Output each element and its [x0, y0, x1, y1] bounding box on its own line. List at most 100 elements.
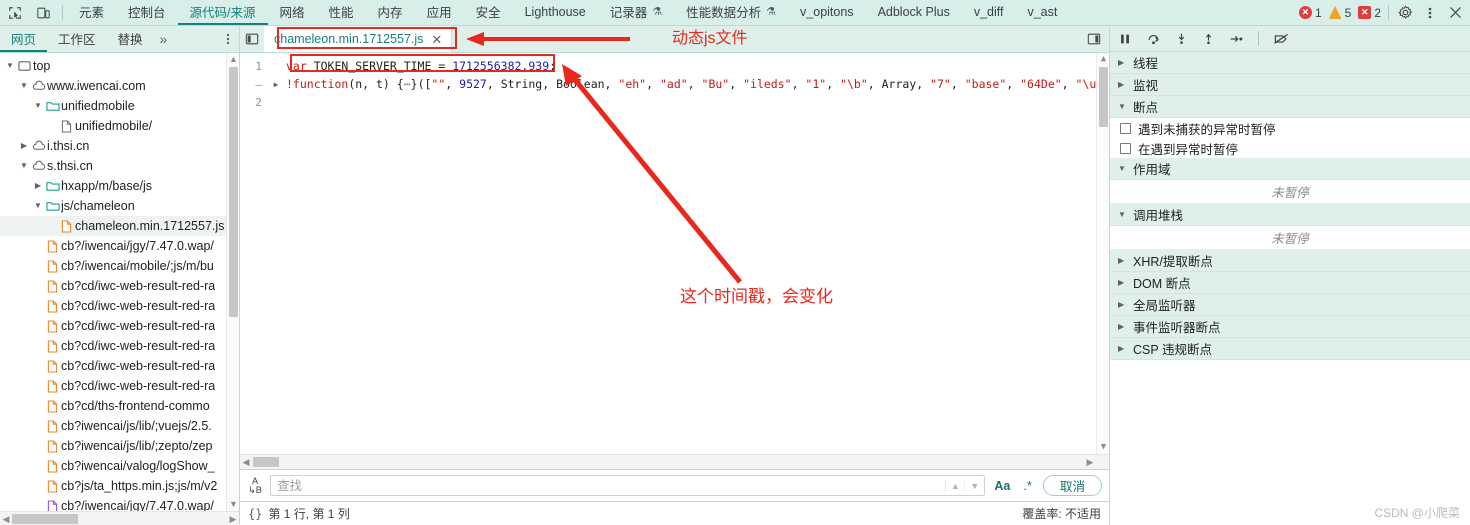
- chevron-right-icon[interactable]: ▶: [1118, 80, 1127, 89]
- tree-file-item[interactable]: cb?cd/iwc-web-result-red-ra: [0, 356, 239, 376]
- gear-icon[interactable]: [1396, 4, 1414, 22]
- tree-file-item[interactable]: cb?cd/iwc-web-result-red-ra: [0, 316, 239, 336]
- chevron-down-icon[interactable]: ▼: [18, 156, 30, 176]
- navigator-kebab-icon[interactable]: [217, 26, 239, 52]
- panel-tab-10[interactable]: 性能数据分析 ⚗: [674, 0, 788, 25]
- chevron-down-icon[interactable]: ▼: [1118, 102, 1127, 111]
- chevron-up-icon[interactable]: ▲: [946, 480, 966, 491]
- chevron-right-icon[interactable]: ▶: [32, 176, 44, 196]
- chevron-right-icon[interactable]: ▶: [1118, 344, 1127, 353]
- tree-file-item[interactable]: cb?cd/iwc-web-result-red-ra: [0, 336, 239, 356]
- tree-node[interactable]: ▼ js/chameleon: [0, 196, 239, 216]
- chevron-down-icon[interactable]: ▼: [1118, 210, 1127, 219]
- panel-tab-11[interactable]: v_opitons: [788, 0, 866, 25]
- kebab-menu-icon[interactable]: [1421, 4, 1439, 22]
- device-toolbar-icon[interactable]: [34, 4, 52, 22]
- tree-file-item[interactable]: unifiedmobile/: [0, 116, 239, 136]
- warning-counter[interactable]: 5: [1328, 6, 1351, 20]
- debugger-section-header[interactable]: ▼ 作用域: [1110, 158, 1470, 180]
- navigator-more-tabs-icon[interactable]: »: [154, 26, 174, 52]
- panel-tab-5[interactable]: 内存: [366, 0, 415, 25]
- editor-scroll-up-arrow[interactable]: ▲: [1099, 54, 1108, 65]
- chevron-right-icon[interactable]: ▶: [1118, 300, 1127, 309]
- tree-file-item[interactable]: cb?iwencai/js/lib/;zepto/zep: [0, 436, 239, 456]
- pause-resume-button[interactable]: [1118, 32, 1132, 46]
- fold-arrow-icon[interactable]: ▶: [270, 80, 282, 89]
- tree-file-item[interactable]: cb?cd/ths-frontend-commo: [0, 396, 239, 416]
- panel-tab-8[interactable]: Lighthouse: [513, 0, 598, 25]
- chevron-down-icon[interactable]: ▼: [18, 76, 30, 96]
- tree-file-item[interactable]: chameleon.min.1712557.js: [0, 216, 239, 236]
- editor-scroll-thumb[interactable]: [1099, 67, 1108, 127]
- line-number[interactable]: –: [240, 78, 270, 91]
- line-number[interactable]: 1: [240, 60, 270, 73]
- search-input-wrapper[interactable]: ▲ ▼: [270, 475, 986, 496]
- chevron-down-icon[interactable]: ▼: [32, 96, 44, 116]
- tree-node[interactable]: ▼ s.thsi.cn: [0, 156, 239, 176]
- line-number[interactable]: 2: [240, 96, 270, 109]
- tree-file-item[interactable]: cb?/iwencai/jgy/7.47.0.wap/: [0, 236, 239, 256]
- tree-node[interactable]: ▼ unifiedmobile: [0, 96, 239, 116]
- panel-tab-2[interactable]: 源代码/来源: [177, 0, 268, 25]
- search-input[interactable]: [271, 478, 946, 493]
- editor-horizontal-scrollbar[interactable]: ◀ ▶: [240, 454, 1109, 469]
- tree-file-item[interactable]: cb?js/ta_https.min.js;js/m/v2: [0, 476, 239, 496]
- tree-file-item[interactable]: cb?iwencai/valog/logShow_: [0, 456, 239, 476]
- close-icon[interactable]: [1446, 4, 1464, 22]
- match-case-ab-icon[interactable]: A ↳B: [247, 476, 263, 495]
- breakpoint-option-row[interactable]: 在遇到异常时暂停: [1110, 138, 1470, 158]
- panel-tab-4[interactable]: 性能: [317, 0, 366, 25]
- panel-tab-3[interactable]: 网络: [268, 0, 317, 25]
- file-tree-scroll-thumb[interactable]: [229, 67, 238, 317]
- tree-file-item[interactable]: cb?cd/iwc-web-result-red-ra: [0, 296, 239, 316]
- step-button[interactable]: [1229, 32, 1244, 46]
- deactivate-breakpoints-button[interactable]: [1273, 32, 1290, 46]
- step-into-button[interactable]: [1175, 32, 1188, 46]
- editor-scroll-down-arrow[interactable]: ▼: [1099, 442, 1108, 453]
- debugger-section-header[interactable]: ▶ DOM 断点: [1110, 272, 1470, 294]
- editor-vertical-scrollbar[interactable]: ▲ ▼: [1096, 53, 1109, 454]
- match-case-button[interactable]: Aa: [992, 479, 1012, 493]
- scroll-right-arrow[interactable]: ▶: [227, 512, 239, 525]
- chevron-right-icon[interactable]: ▶: [18, 136, 30, 156]
- chevron-right-icon[interactable]: ▶: [1118, 322, 1127, 331]
- error-counter[interactable]: ✕ 1: [1298, 6, 1322, 20]
- debugger-section-header[interactable]: ▶ CSP 违规断点: [1110, 338, 1470, 360]
- panel-tab-14[interactable]: v_ast: [1015, 0, 1069, 25]
- tree-file-item[interactable]: cb?cd/iwc-web-result-red-ra: [0, 376, 239, 396]
- checkbox[interactable]: [1120, 142, 1131, 154]
- tree-node[interactable]: ▶ i.thsi.cn: [0, 136, 239, 156]
- tree-file-item[interactable]: cb?cd/iwc-web-result-red-ra: [0, 276, 239, 296]
- panel-tab-9[interactable]: 记录器 ⚗: [598, 0, 674, 25]
- pretty-print-icon[interactable]: {}: [248, 507, 262, 521]
- panel-tab-6[interactable]: 应用: [415, 0, 464, 25]
- chevron-down-icon[interactable]: ▼: [1118, 164, 1127, 173]
- scroll-left-arrow[interactable]: ◀: [0, 512, 12, 525]
- panel-tab-13[interactable]: v_diff: [962, 0, 1016, 25]
- inspect-element-icon[interactable]: [6, 4, 24, 22]
- tree-node[interactable]: ▼ www.iwencai.com: [0, 76, 239, 96]
- scroll-down-arrow[interactable]: ▼: [229, 499, 238, 510]
- debugger-section-header[interactable]: ▶ 事件监听器断点: [1110, 316, 1470, 338]
- chevron-right-icon[interactable]: ▶: [1118, 58, 1127, 67]
- debugger-section-header[interactable]: ▶ 线程: [1110, 52, 1470, 74]
- panel-tab-7[interactable]: 安全: [464, 0, 513, 25]
- scroll-up-arrow[interactable]: ▲: [229, 54, 238, 65]
- tree-node[interactable]: ▼ top: [0, 56, 239, 76]
- close-icon[interactable]: ✕: [431, 33, 442, 46]
- navigator-tab-2[interactable]: 替换: [107, 26, 154, 52]
- editor-scroll-right-arrow[interactable]: ▶: [1084, 455, 1096, 470]
- tree-node[interactable]: ▶ hxapp/m/base/js: [0, 176, 239, 196]
- breakpoint-option-row[interactable]: 遇到未捕获的异常时暂停: [1110, 118, 1470, 138]
- debugger-section-header[interactable]: ▼ 断点: [1110, 96, 1470, 118]
- debugger-section-header[interactable]: ▶ 全局监听器: [1110, 294, 1470, 316]
- file-tree-vertical-scrollbar[interactable]: ▲ ▼: [226, 53, 239, 511]
- tree-file-item[interactable]: cb?iwencai/js/lib/;vuejs/2.5.: [0, 416, 239, 436]
- chevron-right-icon[interactable]: ▶: [1118, 278, 1127, 287]
- debugger-section-header[interactable]: ▶ 监视: [1110, 74, 1470, 96]
- tree-file-item[interactable]: cb?/iwencai/mobile/;js/m/bu: [0, 256, 239, 276]
- code-editor[interactable]: 1 var TOKEN_SERVER_TIME = 1712556382.939;…: [240, 53, 1109, 454]
- editor-scroll-left-arrow[interactable]: ◀: [240, 455, 252, 470]
- panel-toggle-right-icon[interactable]: [1079, 26, 1109, 52]
- file-tree-horizontal-scrollbar[interactable]: ◀ ▶: [0, 511, 239, 525]
